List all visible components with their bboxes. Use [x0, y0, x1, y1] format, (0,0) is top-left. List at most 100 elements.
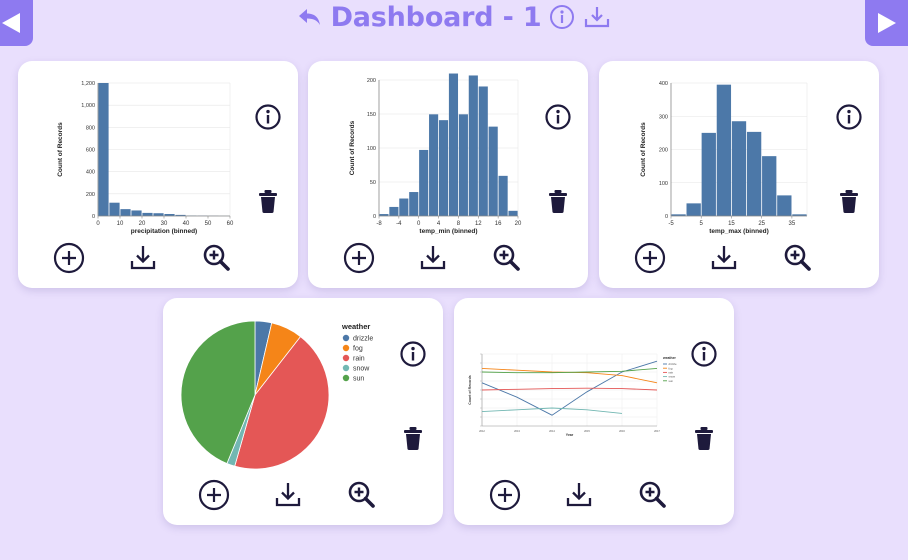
y-axis-label: Count of Records — [349, 120, 356, 175]
undo-arrow-icon — [298, 9, 320, 25]
chart-card-weather-pie: weather drizzle fog rain snow sun — [163, 298, 443, 525]
histogram-bar — [731, 121, 747, 216]
histogram-bar — [409, 192, 419, 216]
zoom-chart-button[interactable] — [200, 241, 234, 275]
chart-card-precipitation: 0 200 400 600 800 1,000 1,200 0 10 20 30 40 50 60 prec… — [18, 61, 298, 288]
histogram-bar — [458, 114, 468, 216]
histogram-bar — [498, 175, 508, 216]
plus-circle-icon — [343, 242, 375, 274]
undo-button[interactable] — [297, 6, 323, 28]
chart-info-button[interactable] — [399, 340, 427, 368]
x-tick-label: 40 — [183, 221, 190, 227]
zoom-chart-button[interactable] — [345, 478, 379, 512]
dashboard-info-button[interactable] — [549, 4, 575, 30]
add-chart-button[interactable] — [197, 478, 231, 512]
add-chart-button[interactable] — [342, 241, 376, 275]
x-tick-label: 2012 — [479, 429, 485, 433]
dashboard-download-button[interactable] — [583, 5, 611, 29]
legend-swatch — [342, 344, 350, 352]
zoom-in-icon — [784, 244, 811, 271]
legend-swatch — [342, 364, 350, 372]
legend-label: sun — [669, 379, 674, 383]
x-tick-label: 25 — [758, 221, 765, 227]
x-tick-label: 0 — [96, 221, 100, 227]
zoom-chart-button[interactable] — [636, 478, 670, 512]
add-chart-button[interactable] — [488, 478, 522, 512]
add-chart-button[interactable] — [52, 241, 86, 275]
histogram-bar — [399, 198, 409, 216]
download-chart-button[interactable] — [271, 478, 305, 512]
y-tick-label: 0 — [665, 214, 668, 220]
delete-chart-button[interactable] — [399, 424, 427, 452]
x-tick-label: 5 — [700, 221, 704, 227]
y-tick-label: 100 — [659, 181, 668, 187]
histogram-bar — [508, 210, 518, 216]
download-chart-button[interactable] — [562, 478, 596, 512]
y-tick-label: 1,000 — [81, 103, 95, 109]
delete-chart-button[interactable] — [254, 187, 282, 215]
zoom-in-icon — [203, 244, 230, 271]
legend-label: snow — [353, 366, 370, 373]
x-axis-label: temp_min (binned) — [419, 228, 477, 235]
chart-info-button[interactable] — [835, 103, 863, 131]
histogram-bar — [389, 206, 399, 216]
trash-icon — [259, 190, 277, 213]
legend-label: fog — [353, 346, 363, 353]
chart-info-button[interactable] — [544, 103, 572, 131]
x-tick-label: 8 — [457, 221, 461, 227]
x-tick-label: 4 — [437, 221, 441, 227]
info-circle-icon — [255, 104, 281, 130]
dashboard-header: Dashboard - 1 — [0, 0, 908, 34]
download-icon — [711, 246, 737, 270]
plus-circle-icon — [634, 242, 666, 274]
plus-circle-icon — [489, 479, 521, 511]
histogram-bar — [142, 212, 153, 216]
y-tick-label: 400 — [659, 81, 668, 87]
y-tick-label: 200 — [86, 192, 95, 198]
y-axis-label: Count of Records — [468, 375, 472, 404]
x-axis-label: precipitation (binned) — [131, 228, 197, 235]
info-circle-icon — [550, 5, 575, 29]
delete-chart-button[interactable] — [690, 424, 718, 452]
download-chart-button[interactable] — [707, 241, 741, 275]
info-circle-icon — [691, 341, 717, 367]
legend-label: drizzle — [353, 336, 373, 343]
x-tick-label: 2014 — [549, 429, 555, 433]
y-axis-label: Count of Records — [57, 122, 64, 177]
legend-swatch — [342, 374, 350, 382]
zoom-chart-button[interactable] — [490, 241, 524, 275]
delete-chart-button[interactable] — [544, 187, 572, 215]
add-chart-button[interactable] — [633, 241, 667, 275]
histogram-bar — [488, 126, 498, 216]
histogram-bar — [120, 209, 131, 216]
zoom-in-icon — [493, 244, 520, 271]
x-tick-label: 12 — [475, 221, 482, 227]
download-icon — [585, 7, 610, 28]
histogram-bar — [686, 203, 701, 216]
histogram-bar — [109, 202, 120, 216]
delete-chart-button[interactable] — [835, 187, 863, 215]
legend-swatch — [342, 354, 350, 362]
trash-icon — [404, 427, 422, 450]
histogram-bar — [98, 83, 109, 216]
trash-icon — [695, 427, 713, 450]
x-axis-label: Year — [566, 433, 574, 437]
histogram-bar — [438, 120, 449, 216]
histogram-bar — [701, 132, 716, 216]
download-chart-button[interactable] — [126, 241, 160, 275]
histogram-bar — [777, 195, 792, 216]
y-tick-label: 100 — [367, 146, 376, 152]
chart-info-button[interactable] — [690, 340, 718, 368]
legend-title: weather — [341, 322, 370, 331]
x-tick-label: 50 — [205, 221, 212, 227]
download-chart-button[interactable] — [416, 241, 450, 275]
y-tick-label: 200 — [367, 78, 376, 84]
info-circle-icon — [400, 341, 426, 367]
chart-info-button[interactable] — [254, 103, 282, 131]
chart-card-temp-max: 0 100 200 300 400 -5 5 15 25 35 temp_max (binned) C… — [599, 61, 879, 288]
legend-label: sun — [353, 376, 364, 383]
info-circle-icon — [545, 104, 571, 130]
histogram-bar — [419, 149, 429, 216]
zoom-chart-button[interactable] — [781, 241, 815, 275]
x-tick-label: -4 — [396, 221, 402, 227]
